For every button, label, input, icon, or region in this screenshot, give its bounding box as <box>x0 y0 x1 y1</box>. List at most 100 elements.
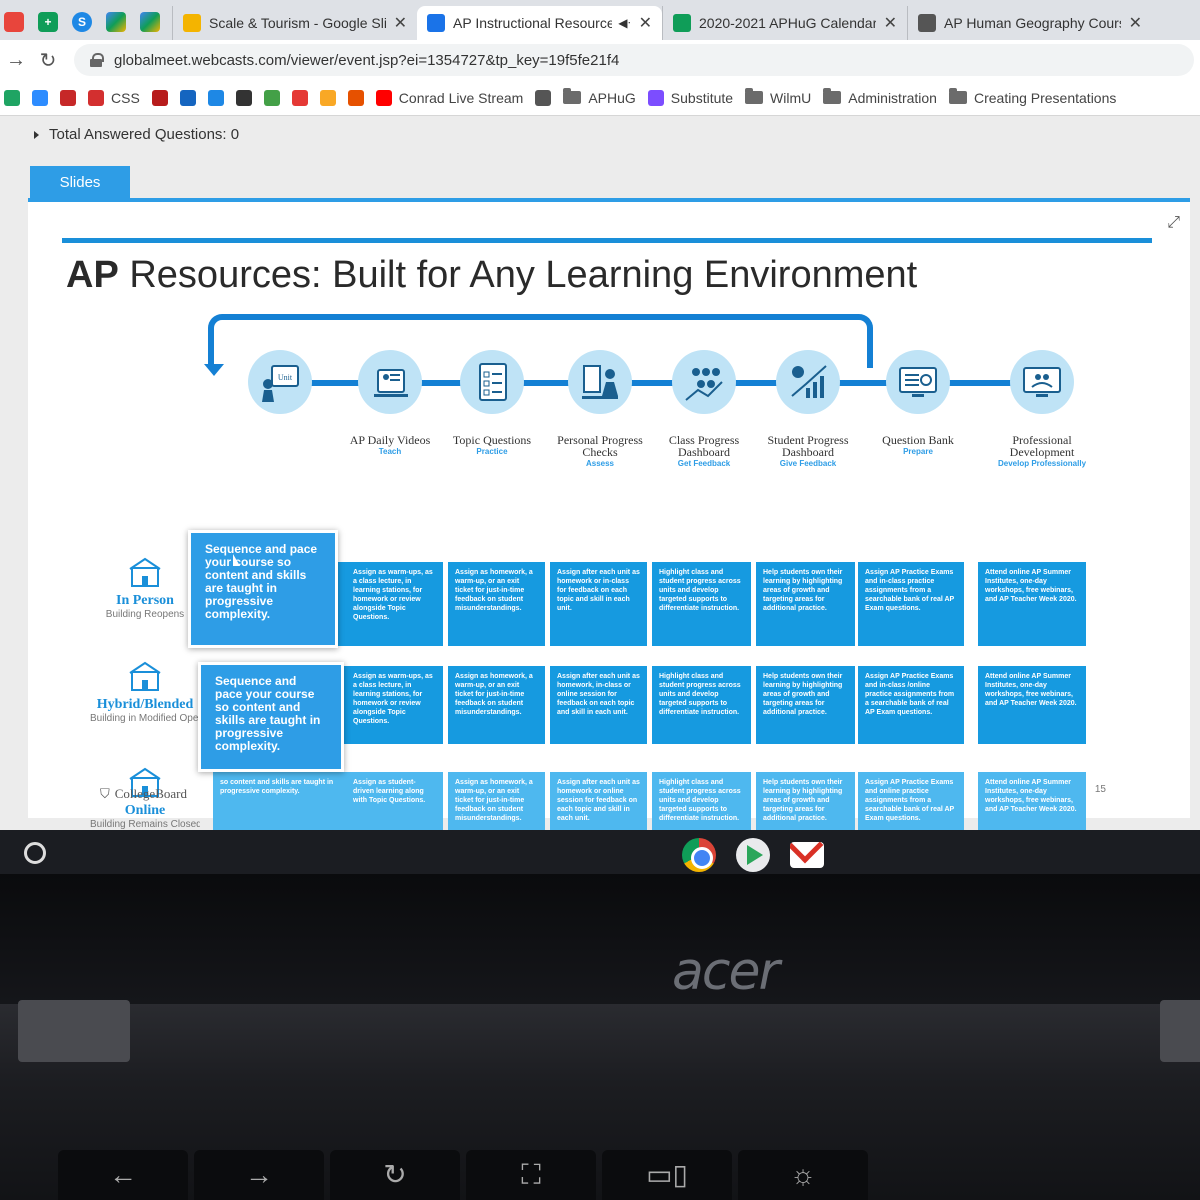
speaker-icon[interactable]: ◀ᐧ <box>618 16 630 30</box>
bookmark-item[interactable]: Administration <box>823 88 937 106</box>
zoom-icon <box>32 89 48 106</box>
browser-tab[interactable]: 2020-2021 APHuG Calendar ✕ <box>662 6 907 40</box>
expand-icon[interactable]: ⤢ <box>1167 214 1180 232</box>
row-label: Hybrid/BlendedBuilding in Modified Opera… <box>90 660 200 724</box>
bookmark-item[interactable] <box>319 89 336 106</box>
acorn-icon: ⛉ <box>100 786 110 801</box>
bookmark-label: CSS <box>111 89 140 106</box>
slides-icon <box>183 14 201 32</box>
bookmark-item[interactable] <box>347 89 364 106</box>
cycle-loop-arrow <box>208 314 873 368</box>
launcher-button[interactable] <box>24 842 46 864</box>
drive-icon[interactable] <box>106 12 126 32</box>
column-title: Student Progress Dashboard <box>767 433 849 459</box>
resource-cell: Assign after each unit as homework or in… <box>550 562 647 646</box>
chrome-icon[interactable] <box>682 838 716 872</box>
caret-right-icon <box>34 130 39 139</box>
bookmark-item[interactable] <box>151 89 168 106</box>
connector-line <box>946 380 1014 386</box>
close-icon[interactable]: ✕ <box>1129 13 1142 33</box>
student-laptop-icon <box>568 350 632 414</box>
column-header: AP Daily Videos Teach <box>340 434 440 458</box>
plus-icon <box>263 89 280 106</box>
browser-tab[interactable]: AP Instructional Resources ◀ᐧ ✕ <box>417 6 662 40</box>
function-key[interactable]: → <box>194 1150 324 1200</box>
address-bar[interactable]: globalmeet.webcasts.com/viewer/event.jsp… <box>74 44 1194 76</box>
folder-icon <box>948 88 967 104</box>
column-subtitle: Practice <box>476 447 508 456</box>
openai-icon <box>291 89 308 106</box>
bookmark-item[interactable] <box>60 89 76 106</box>
sheets-icon <box>673 14 691 32</box>
row-name: Online <box>124 803 166 818</box>
browser-tab[interactable]: AP Human Geography Course ✕ <box>907 6 1152 40</box>
bookmark-item[interactable] <box>235 89 252 106</box>
resource-cell: Assign AP Practice Exams and in-class /o… <box>858 666 964 744</box>
checklist-icon <box>460 350 524 414</box>
bookmark-item[interactable]: Conrad Live Stream <box>375 89 523 106</box>
column-title: Question Bank <box>882 433 954 447</box>
close-icon[interactable]: ✕ <box>639 13 652 33</box>
function-key[interactable]: ⛶ <box>466 1150 596 1200</box>
function-key[interactable]: ☼ <box>738 1150 868 1200</box>
lock-icon <box>90 53 104 67</box>
column-subtitle: Get Feedback <box>677 459 731 468</box>
play-store-icon[interactable] <box>736 838 770 872</box>
pinned-tab-icon[interactable] <box>4 12 24 32</box>
bookmark-label: Creating Presentations <box>973 89 1117 106</box>
bookmark-label: Administration <box>848 89 937 106</box>
student-laptop-icon-graphic <box>582 365 618 399</box>
row-name: Hybrid/Blended <box>96 697 194 712</box>
home-icon <box>88 89 104 106</box>
tab-title: Scale & Tourism - Google Slides <box>209 15 386 31</box>
bookmark-item[interactable]: WilmU <box>745 88 811 106</box>
reload-icon[interactable]: ↻ <box>32 48 64 73</box>
column-header: Question Bank Prepare <box>868 434 968 458</box>
browser-tab[interactable]: Scale & Tourism - Google Slides ✕ <box>172 6 417 40</box>
gmail-icon[interactable] <box>790 842 824 868</box>
bookmark-item[interactable] <box>4 89 20 106</box>
dlc-icon <box>60 89 76 106</box>
bookmark-item[interactable] <box>207 89 224 106</box>
resource-cell: Assign as homework, a warm-up, or an exi… <box>448 666 545 744</box>
resource-cell: Attend online AP Summer Institutes, one-… <box>978 666 1086 744</box>
bookmark-item[interactable] <box>32 89 48 106</box>
slide-panel: ⤢ AP Resources: Built for Any Learning E… <box>28 198 1190 844</box>
forward-icon[interactable]: → <box>0 49 32 72</box>
slide-page-number: 15 <box>1094 784 1106 795</box>
bookmark-item[interactable]: APHuG <box>563 88 636 106</box>
video-icon-graphic <box>374 369 408 397</box>
browser-toolbar: → ↻ globalmeet.webcasts.com/viewer/event… <box>0 40 1200 80</box>
bookmark-item[interactable] <box>291 89 308 106</box>
resource-cell: Assign as warm-ups, as a class lecture, … <box>346 562 443 646</box>
sheets-icon[interactable]: + <box>38 12 58 32</box>
bookmark-label: Substitute <box>670 89 734 106</box>
column-subtitle: Give Feedback <box>779 459 837 468</box>
function-key[interactable]: ▭▯ <box>602 1150 732 1200</box>
row-subtitle: Building Reopens <box>105 609 185 620</box>
bookmark-item[interactable] <box>535 89 552 106</box>
webcast-viewer: Total Answered Questions: 0 Slides ⤢ AP … <box>0 116 1200 844</box>
svg-text:Unit: Unit <box>278 373 293 382</box>
connector-line <box>732 380 780 386</box>
column-header: Student Progress Dashboard Give Feedback <box>758 434 858 470</box>
answered-questions-toggle[interactable]: Total Answered Questions: 0 <box>34 126 239 143</box>
function-key[interactable]: ← <box>58 1150 188 1200</box>
column-subtitle: Develop Professionally <box>997 459 1087 468</box>
column-header: Class Progress Dashboard Get Feedback <box>654 434 754 470</box>
bookmark-item[interactable] <box>263 89 280 106</box>
close-icon[interactable]: ✕ <box>394 13 407 33</box>
function-key[interactable]: ↻ <box>330 1150 460 1200</box>
bookmark-item[interactable]: Creating Presentations <box>948 88 1117 106</box>
resource-cell: Help students own their learning by high… <box>756 666 855 744</box>
news-icon <box>151 89 168 106</box>
close-icon[interactable]: ✕ <box>884 13 897 33</box>
bookmark-item[interactable]: CSS <box>88 89 140 106</box>
column-subtitle: Teach <box>378 447 402 456</box>
skype-icon[interactable]: S <box>72 12 92 32</box>
webinar-icon <box>1010 350 1074 414</box>
bookmark-item[interactable]: Substitute <box>647 89 734 106</box>
bookmark-item[interactable] <box>179 89 196 106</box>
drive-icon[interactable] <box>140 12 160 32</box>
tab-slides[interactable]: Slides <box>30 166 130 198</box>
